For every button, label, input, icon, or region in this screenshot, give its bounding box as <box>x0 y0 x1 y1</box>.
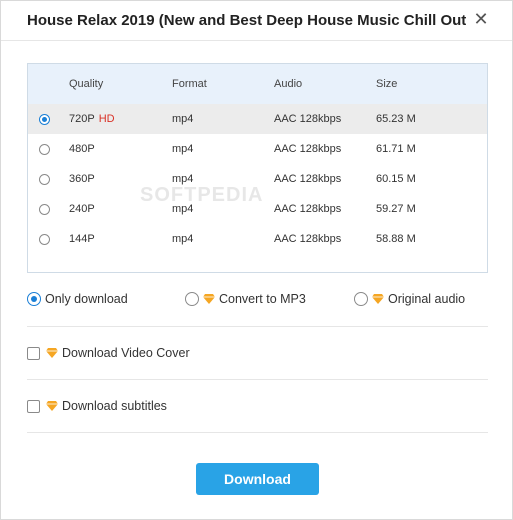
format-cell: mp4 <box>172 173 194 185</box>
quality-table: Quality Format Audio Size 720P HD mp4 AAC… <box>27 63 488 273</box>
format-cell: mp4 <box>172 203 194 215</box>
size-cell: 58.88 M <box>376 233 416 245</box>
video-cover-checkbox[interactable] <box>27 346 40 360</box>
row-radio[interactable] <box>39 174 50 185</box>
quality-cell: 360P <box>69 173 95 185</box>
convert-mp3-label: Convert to MP3 <box>219 292 306 306</box>
original-audio-label: Original audio <box>388 292 466 306</box>
table-header: Quality Format Audio Size <box>28 64 487 104</box>
size-cell: 60.15 M <box>376 173 416 185</box>
table-row[interactable]: 720P HD mp4 AAC 128kbps 65.23 M <box>28 104 487 134</box>
only-download-radio[interactable] <box>27 292 41 306</box>
audio-cell: AAC 128kbps <box>274 203 342 215</box>
only-download-label: Only download <box>45 292 128 306</box>
header-size: Size <box>376 78 398 90</box>
audio-cell: AAC 128kbps <box>274 173 342 185</box>
premium-gem-icon <box>46 401 58 411</box>
format-cell: mp4 <box>172 113 194 125</box>
download-dialog: House Relax 2019 (New and Best Deep Hous… <box>0 0 513 520</box>
quality-cell: 144P <box>69 233 95 245</box>
size-cell: 61.71 M <box>376 143 416 155</box>
divider <box>27 326 488 327</box>
header-quality: Quality <box>69 78 104 90</box>
premium-gem-icon <box>203 294 215 304</box>
premium-gem-icon <box>372 294 384 304</box>
format-cell: mp4 <box>172 233 194 245</box>
header-audio: Audio <box>274 78 303 90</box>
row-radio[interactable] <box>39 234 50 245</box>
row-radio[interactable] <box>39 114 50 125</box>
format-cell: mp4 <box>172 143 194 155</box>
audio-cell: AAC 128kbps <box>274 233 342 245</box>
divider <box>27 432 488 433</box>
audio-cell: AAC 128kbps <box>274 113 342 125</box>
video-cover-option[interactable]: Download Video Cover <box>27 341 488 365</box>
convert-mp3-option[interactable]: Convert to MP3 <box>185 292 306 306</box>
convert-mp3-radio[interactable] <box>185 292 199 306</box>
size-cell: 59.27 M <box>376 203 416 215</box>
title-bar: House Relax 2019 (New and Best Deep Hous… <box>1 1 512 41</box>
subtitles-label: Download subtitles <box>62 399 167 413</box>
audio-cell: AAC 128kbps <box>274 143 342 155</box>
dialog-title: House Relax 2019 (New and Best Deep Hous… <box>27 12 467 29</box>
download-mode-options: Only download Convert to MP3 Original au… <box>27 289 488 313</box>
close-icon[interactable]: ✕ <box>472 10 490 28</box>
table-row[interactable]: 144P mp4 AAC 128kbps 58.88 M <box>28 224 487 254</box>
header-format: Format <box>172 78 207 90</box>
table-row[interactable]: 480P mp4 AAC 128kbps 61.71 M <box>28 134 487 164</box>
original-audio-option[interactable]: Original audio <box>354 292 465 306</box>
row-radio[interactable] <box>39 144 50 155</box>
table-row[interactable]: 360P mp4 AAC 128kbps 60.15 M <box>28 164 487 194</box>
divider <box>27 379 488 380</box>
premium-gem-icon <box>46 348 58 358</box>
row-radio[interactable] <box>39 204 50 215</box>
hd-badge: HD <box>98 113 115 125</box>
only-download-option[interactable]: Only download <box>27 292 128 306</box>
size-cell: 65.23 M <box>376 113 416 125</box>
quality-cell: 240P <box>69 203 95 215</box>
quality-cell: 720P HD <box>69 113 115 125</box>
video-cover-label: Download Video Cover <box>62 346 190 360</box>
original-audio-radio[interactable] <box>354 292 368 306</box>
subtitles-option[interactable]: Download subtitles <box>27 394 488 418</box>
table-row[interactable]: 240P mp4 AAC 128kbps 59.27 M <box>28 194 487 224</box>
quality-cell: 480P <box>69 143 95 155</box>
download-button[interactable]: Download <box>196 463 319 495</box>
subtitles-checkbox[interactable] <box>27 399 40 413</box>
